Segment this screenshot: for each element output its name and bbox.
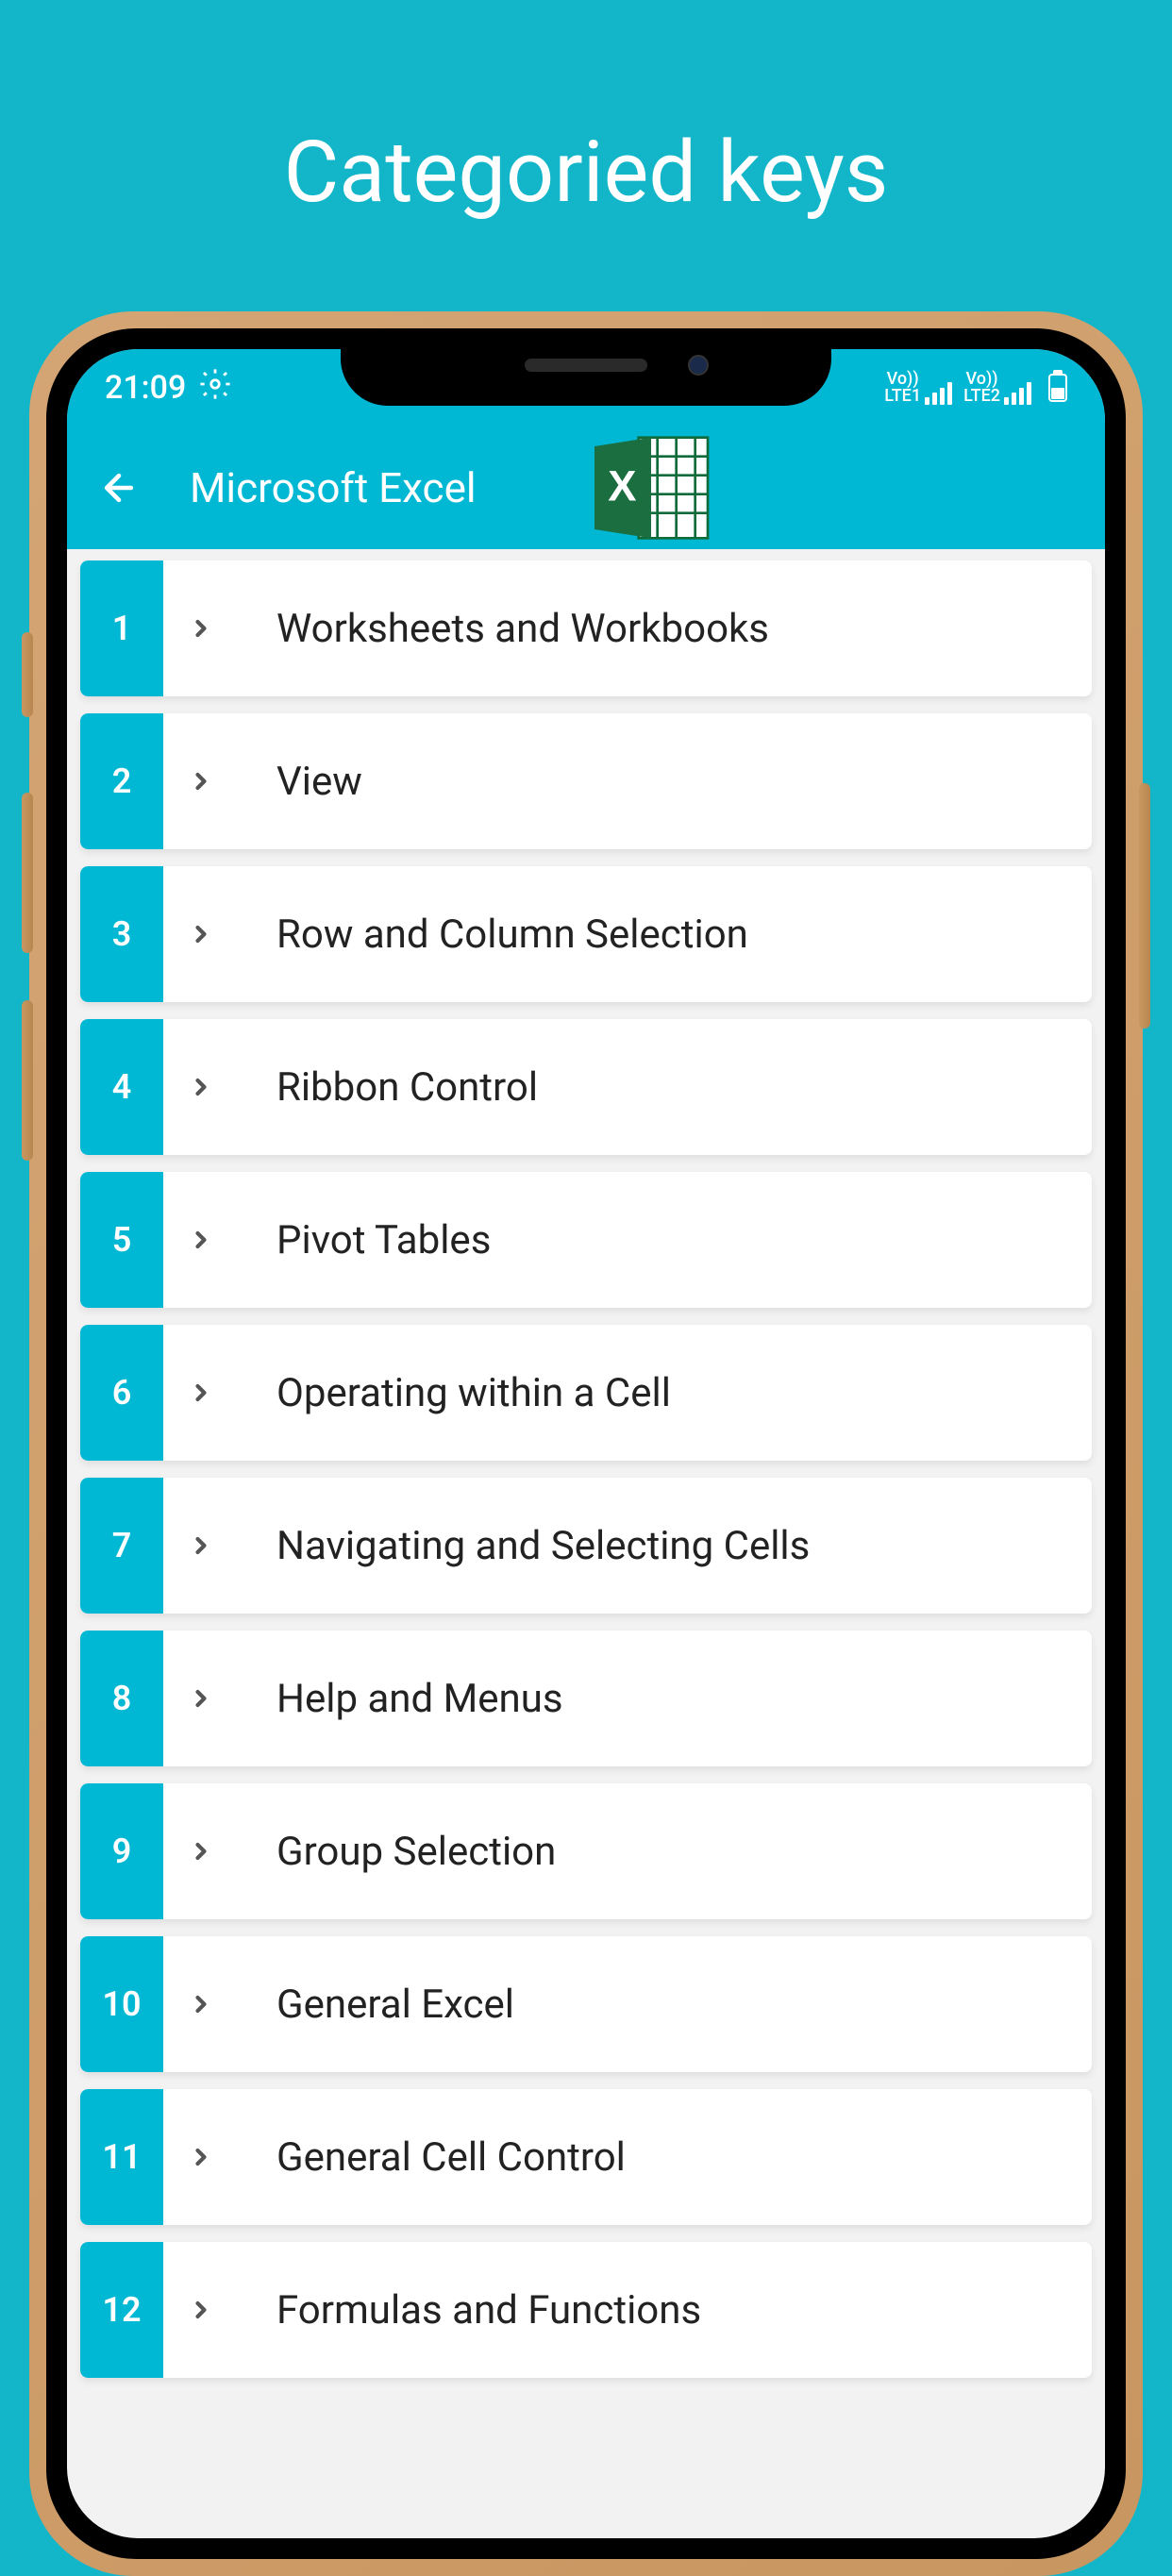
phone-volume-up xyxy=(22,793,33,953)
list-item[interactable]: 4 Ribbon Control xyxy=(80,1019,1092,1155)
item-label: Ribbon Control xyxy=(239,1064,538,1111)
item-number: 6 xyxy=(80,1325,163,1461)
list-item[interactable]: 10 General Excel xyxy=(80,1936,1092,2072)
chevron-right-icon xyxy=(163,1380,239,1406)
signal-bars-icon xyxy=(1004,382,1031,405)
phone-frame: 21:09 Vo)) LTE1 xyxy=(29,311,1143,2576)
item-number: 8 xyxy=(80,1631,163,1766)
status-time: 21:09 xyxy=(105,369,186,407)
item-label: View xyxy=(239,759,362,805)
list-item[interactable]: 1 Worksheets and Workbooks xyxy=(80,560,1092,696)
item-number: 9 xyxy=(80,1783,163,1919)
chevron-right-icon xyxy=(163,1074,239,1100)
item-label: Operating within a Cell xyxy=(239,1370,671,1416)
chevron-right-icon xyxy=(163,1838,239,1865)
signal-bars-icon xyxy=(925,382,952,405)
item-label: General Excel xyxy=(239,1982,514,2028)
phone-camera xyxy=(688,355,709,376)
excel-logo-icon: X xyxy=(580,427,722,549)
gear-icon xyxy=(199,368,231,409)
chevron-right-icon xyxy=(163,921,239,947)
item-number: 1 xyxy=(80,560,163,696)
item-label: Help and Menus xyxy=(239,1676,563,1722)
chevron-right-icon xyxy=(163,1991,239,2017)
item-number: 5 xyxy=(80,1172,163,1308)
item-label: Formulas and Functions xyxy=(239,2287,701,2333)
list-item[interactable]: 3 Row and Column Selection xyxy=(80,866,1092,1002)
item-label: Worksheets and Workbooks xyxy=(239,606,769,652)
battery-icon xyxy=(1048,374,1067,402)
list-item[interactable]: 7 Navigating and Selecting Cells xyxy=(80,1478,1092,1614)
item-number: 4 xyxy=(80,1019,163,1155)
list-item[interactable]: 5 Pivot Tables xyxy=(80,1172,1092,1308)
phone-notch xyxy=(341,328,831,406)
phone-speaker xyxy=(525,359,647,372)
category-list: 1 Worksheets and Workbooks 2 View 3 Row and C… xyxy=(67,549,1105,2389)
phone-screen: 21:09 Vo)) LTE1 xyxy=(67,349,1105,2538)
item-label: Navigating and Selecting Cells xyxy=(239,1523,810,1569)
chevron-right-icon xyxy=(163,2297,239,2323)
item-number: 10 xyxy=(80,1936,163,2072)
item-label: Group Selection xyxy=(239,1829,556,1875)
chevron-right-icon xyxy=(163,1532,239,1559)
header-title: Microsoft Excel xyxy=(190,463,477,512)
page-title: Categoried keys xyxy=(0,0,1172,222)
list-item[interactable]: 8 Help and Menus xyxy=(80,1631,1092,1766)
back-button[interactable] xyxy=(95,464,142,511)
list-item[interactable]: 2 View xyxy=(80,713,1092,849)
item-number: 12 xyxy=(80,2242,163,2378)
chevron-right-icon xyxy=(163,1685,239,1712)
item-number: 2 xyxy=(80,713,163,849)
list-item[interactable]: 12 Formulas and Functions xyxy=(80,2242,1092,2378)
phone-silent-switch xyxy=(22,632,33,717)
app-header: Microsoft Excel X xyxy=(67,427,1105,549)
list-item[interactable]: 11 General Cell Control xyxy=(80,2089,1092,2225)
chevron-right-icon xyxy=(163,615,239,642)
chevron-right-icon xyxy=(163,768,239,795)
network-indicator-2: Vo)) LTE2 xyxy=(963,371,1031,405)
chevron-right-icon xyxy=(163,1227,239,1253)
item-label: Pivot Tables xyxy=(239,1217,491,1263)
phone-volume-down xyxy=(22,1000,33,1161)
list-item[interactable]: 9 Group Selection xyxy=(80,1783,1092,1919)
list-item[interactable]: 6 Operating within a Cell xyxy=(80,1325,1092,1461)
item-label: Row and Column Selection xyxy=(239,912,748,958)
item-number: 3 xyxy=(80,866,163,1002)
item-number: 11 xyxy=(80,2089,163,2225)
svg-text:X: X xyxy=(608,461,636,510)
chevron-right-icon xyxy=(163,2144,239,2170)
item-label: General Cell Control xyxy=(239,2134,626,2181)
phone-power-button xyxy=(1139,783,1150,1029)
network-indicator-1: Vo)) LTE1 xyxy=(884,371,952,405)
item-number: 7 xyxy=(80,1478,163,1614)
